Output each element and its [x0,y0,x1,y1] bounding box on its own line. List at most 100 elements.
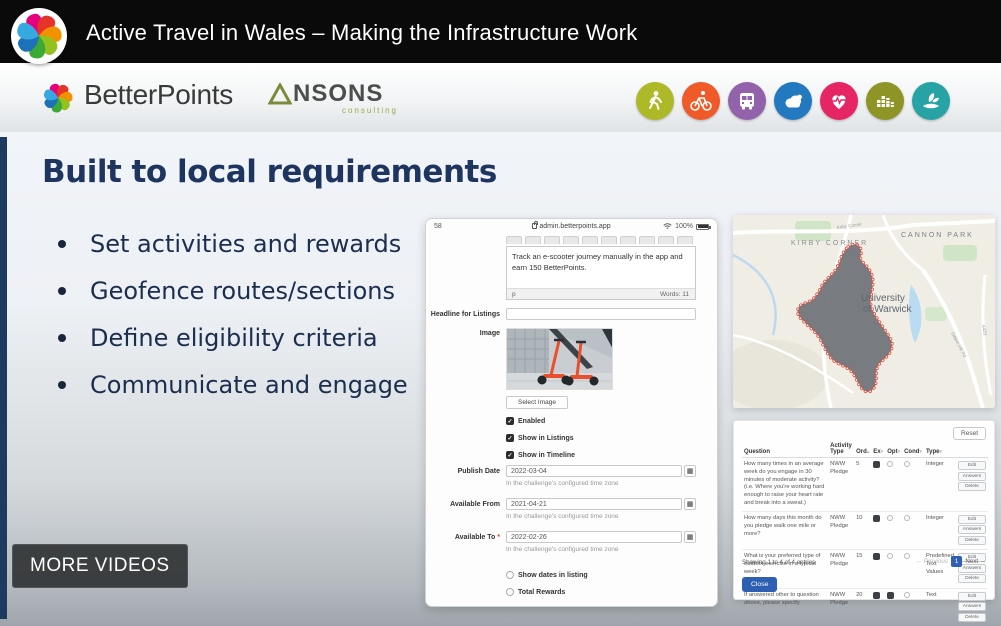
edit-button[interactable]: Edit [958,591,986,601]
unchecked-icon[interactable] [904,514,911,521]
checkbox-checked-icon[interactable]: ✓ [506,417,514,425]
col-question[interactable]: Question [742,441,829,458]
cell-ex[interactable] [871,511,886,551]
checkbox-unchecked-icon[interactable] [506,571,514,579]
sort-icon[interactable]: ▾ [898,449,901,455]
publish-date-input[interactable]: 2022-03-04 [506,465,682,477]
bar-chart-icon [866,82,904,120]
bullet-text: Communicate and engage [90,370,408,399]
calendar-icon[interactable]: ▦ [684,465,696,477]
checked-icon[interactable] [873,461,881,468]
col-ord[interactable]: Ord▴ [854,441,872,458]
col-label: Type [925,449,940,455]
checked-icon[interactable] [873,514,881,522]
close-button[interactable]: Close [742,577,778,592]
delete-button[interactable]: Delete [958,482,986,491]
cell-activity: NWW Pledge [828,511,855,551]
available-from-input[interactable]: 2021-04-21 [506,498,682,510]
next-page-link[interactable]: Next → [965,558,986,565]
more-videos-button[interactable]: MORE VIDEOS [12,544,188,588]
cloud-weather-icon [774,82,812,120]
ansons-logo: NSONS consulting [268,82,398,115]
calendar-icon[interactable]: ▦ [684,498,696,510]
checkbox-unchecked-icon[interactable] [506,588,514,596]
delete-button[interactable]: Delete [958,612,986,622]
checked-icon[interactable] [887,591,895,599]
show-in-listings-checkbox[interactable]: ✓ Show in Listings [506,434,574,442]
available-to-label: Available To * [430,534,500,541]
edit-button[interactable]: Edit [958,461,986,470]
sort-icon[interactable]: ▴ [867,449,870,455]
unchecked-icon[interactable] [904,591,911,598]
checkbox-label: Show dates in listing [518,571,588,579]
unchecked-icon[interactable] [887,514,894,521]
sort-icon[interactable]: ▾ [881,449,884,455]
table-row: How many days this month do you pledge w… [742,511,988,551]
unchecked-icon[interactable] [887,461,894,467]
answers-button[interactable]: Answers [958,602,986,612]
col-type[interactable]: Type▾ [923,441,956,458]
editor-toolbar[interactable] [506,236,696,244]
checkbox-checked-icon[interactable]: ✓ [506,451,514,459]
cell-opt[interactable] [885,457,903,512]
col-label: Ord [856,449,867,455]
cell-opt[interactable] [885,588,903,626]
checked-icon[interactable] [873,553,881,561]
delete-button[interactable]: Delete [958,535,986,545]
map-label-university: University [861,293,905,304]
unchecked-icon[interactable] [887,553,894,560]
col-activity-type[interactable]: Activity Type [828,441,855,458]
total-rewards-checkbox[interactable]: Total Rewards [506,588,565,596]
sort-icon[interactable]: ▾ [940,449,943,455]
sort-icon[interactable]: ▾ [919,449,922,455]
reset-button[interactable]: Reset [953,427,986,440]
required-asterisk: * [497,534,500,541]
editor-text[interactable]: Track an e-scooter journey manually in t… [507,247,695,278]
checkbox-label: Show in Timeline [518,451,576,459]
list-item: Define eligibility criteria [58,314,408,361]
headline-input[interactable] [506,308,696,320]
available-to-input[interactable]: 2022-02-26 [506,531,682,543]
cell-opt[interactable] [885,511,903,551]
enabled-checkbox[interactable]: ✓ Enabled [506,417,545,425]
unchecked-icon[interactable] [904,461,911,467]
bus-icon [728,82,766,120]
select-image-button[interactable]: Select Image [506,396,568,409]
description-editor[interactable]: Track an e-scooter journey manually in t… [506,246,696,300]
bullet-list: Set activities and rewards Geofence rout… [58,220,408,408]
label-text: Available To [454,534,496,541]
cell-ex[interactable] [871,588,886,626]
previous-page-link[interactable]: ← Previous [916,558,948,565]
show-in-timeline-checkbox[interactable]: ✓ Show in Timeline [506,451,575,459]
calendar-icon[interactable]: ▦ [684,531,696,543]
header-band: BetterPoints NSONS consulting [0,63,1001,132]
col-cond[interactable]: Cond▾ [902,441,924,458]
checked-icon[interactable] [873,591,881,599]
cell-ord: 10 [854,511,872,551]
cell-cond[interactable] [902,457,924,512]
show-dates-in-listing-checkbox[interactable]: Show dates in listing [506,571,588,579]
delete-button[interactable]: Delete [958,574,986,584]
cell-ex[interactable] [871,457,886,512]
cell-cond[interactable] [902,588,924,626]
pinwheel-icon [17,13,62,59]
cell-opt[interactable] [885,549,903,589]
checkbox-checked-icon[interactable]: ✓ [506,434,514,442]
betterpoints-pinwheel-logo [11,8,67,64]
col-ex[interactable]: Ex▾ [871,441,886,458]
word-count: Words: 11 [659,291,689,298]
col-label: Ex [873,449,881,455]
list-item: Set activities and rewards [58,220,408,267]
cell-cond[interactable] [902,511,924,551]
brand-name: BetterPoints [84,79,233,110]
cycling-icon [682,82,720,120]
answers-button[interactable]: Answers [958,471,986,481]
col-opt[interactable]: Opt▾ [885,441,903,458]
edit-button[interactable]: Edit [958,514,986,524]
unchecked-icon[interactable] [904,553,911,560]
cell-ex[interactable] [871,549,886,589]
slide-left-accent-bar [0,137,7,619]
page-1-button[interactable]: 1 [950,556,963,567]
answers-button[interactable]: Answers [958,525,986,535]
cell-type: Integer [923,511,956,551]
